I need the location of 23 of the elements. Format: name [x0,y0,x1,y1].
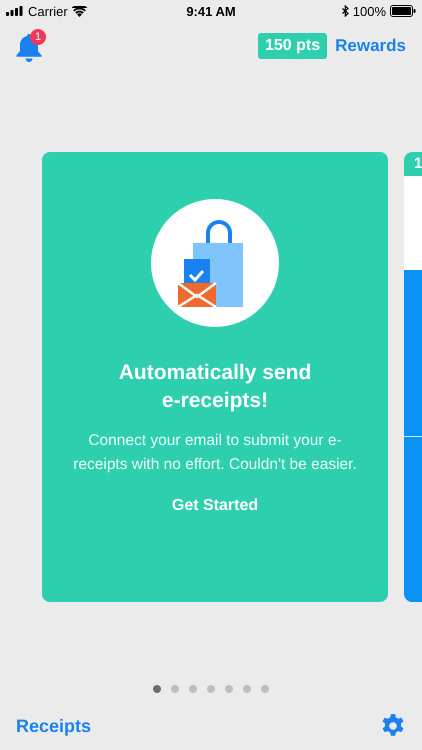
bluetooth-icon [342,5,349,17]
page-dot[interactable] [207,685,215,693]
battery-percent: 100% [352,4,386,18]
clock-time: 9:41 AM [186,4,236,18]
page-dot[interactable] [261,685,269,693]
rewards-link[interactable]: Rewards [335,36,406,56]
page-dot[interactable] [243,685,251,693]
card-title: Automatically send e-receipts! [118,360,312,414]
card-header: 1 [404,152,422,176]
points-badge: 150 pts [258,33,328,59]
page-dot[interactable] [153,685,161,693]
page-dot[interactable] [171,685,179,693]
settings-icon[interactable] [380,713,406,739]
page-dot[interactable] [225,685,233,693]
notification-badge: 1 [30,29,46,45]
receipts-link[interactable]: Receipts [16,716,92,736]
carrier-name: Carrier [28,4,68,18]
battery-icon [390,5,416,17]
wifi-icon [72,6,87,16]
page-dot[interactable] [189,685,197,693]
get-started-link[interactable]: Get Started [172,497,258,515]
signal-icon [6,6,24,16]
card-description: Connect your email to submit your e-receipts with no effort. Couldn't be easier. [72,431,358,475]
